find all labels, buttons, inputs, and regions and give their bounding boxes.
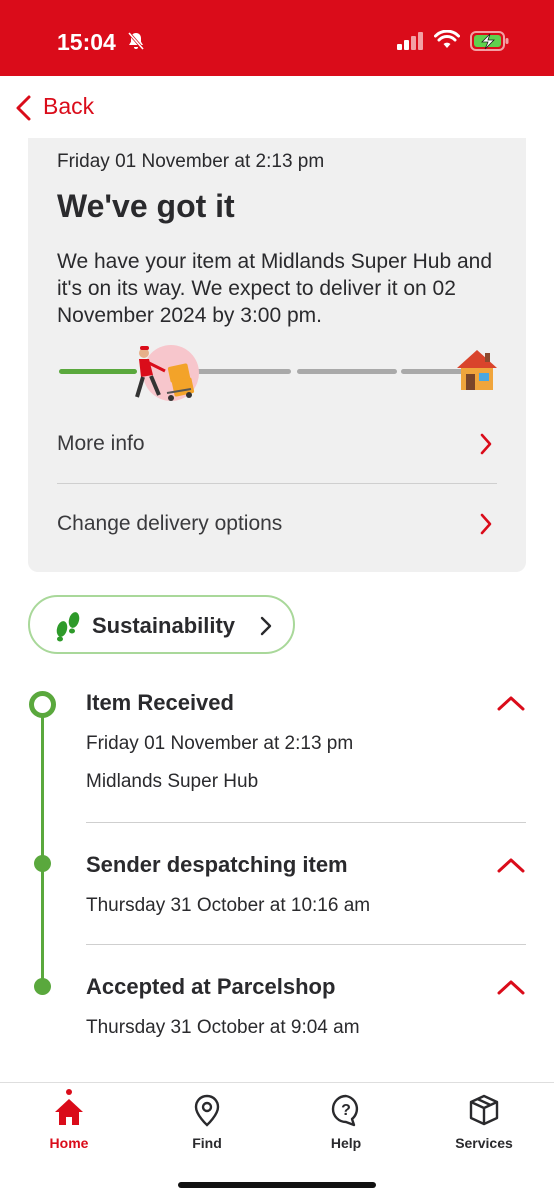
timeline-event[interactable]: Sender despatching item Thursday 31 Octo… bbox=[86, 848, 526, 945]
status-bar: 15:04 bbox=[0, 0, 554, 76]
tab-help[interactable]: ? Help bbox=[277, 1083, 415, 1163]
event-time: Friday 01 November at 2:13 pm bbox=[86, 733, 354, 754]
timeline-event[interactable]: Item Received Friday 01 November at 2:13… bbox=[86, 686, 526, 823]
event-time: Thursday 31 October at 9:04 am bbox=[86, 1017, 360, 1038]
change-delivery-label: Change delivery options bbox=[57, 512, 283, 535]
change-delivery-options-row[interactable]: Change delivery options bbox=[57, 486, 497, 564]
chevron-right-icon bbox=[480, 513, 492, 535]
timeline-event[interactable]: Accepted at Parcelshop Thursday 31 Octob… bbox=[86, 970, 526, 1050]
home-icon bbox=[55, 1099, 83, 1125]
footprints-icon bbox=[56, 612, 80, 642]
progress-segment-complete bbox=[59, 369, 137, 374]
more-info-label: More info bbox=[57, 432, 145, 455]
more-info-row[interactable]: More info bbox=[57, 406, 497, 484]
event-title: Sender despatching item bbox=[86, 852, 348, 877]
event-time: Thursday 31 October at 10:16 am bbox=[86, 895, 371, 916]
tab-label: Home bbox=[49, 1135, 89, 1151]
tracking-card: Friday 01 November at 2:13 pm We've got … bbox=[28, 138, 526, 572]
location-pin-icon bbox=[194, 1094, 220, 1127]
sustainability-button[interactable]: Sustainability bbox=[28, 595, 295, 654]
delivery-progress bbox=[57, 343, 497, 403]
event-location: Midlands Super Hub bbox=[86, 771, 259, 792]
event-title: Item Received bbox=[86, 690, 234, 715]
timeline-line bbox=[41, 716, 44, 990]
back-button[interactable]: Back bbox=[0, 76, 554, 138]
tab-label: Help bbox=[330, 1135, 362, 1151]
courier-icon bbox=[135, 345, 199, 401]
tab-services[interactable]: Services bbox=[415, 1083, 553, 1163]
house-icon bbox=[457, 350, 497, 390]
tab-label: Find bbox=[192, 1135, 222, 1151]
svg-text:?: ? bbox=[341, 1102, 351, 1119]
event-title: Accepted at Parcelshop bbox=[86, 974, 336, 999]
timeline-current-marker bbox=[29, 691, 56, 718]
help-icon: ? bbox=[331, 1094, 359, 1127]
status-description: We have your item at Midlands Super Hub … bbox=[57, 250, 493, 327]
progress-segment bbox=[185, 369, 291, 374]
chevron-right-icon bbox=[260, 616, 272, 636]
progress-segment bbox=[297, 369, 397, 374]
battery-charging-icon bbox=[470, 31, 509, 51]
bell-slash-icon bbox=[127, 32, 145, 50]
chevron-up-icon[interactable] bbox=[496, 856, 526, 874]
status-time: 15:04 bbox=[57, 29, 116, 55]
chevron-right-icon bbox=[480, 433, 492, 455]
tab-home[interactable]: Home bbox=[0, 1083, 138, 1163]
box-icon bbox=[469, 1094, 499, 1126]
back-label: Back bbox=[43, 93, 95, 119]
sustainability-label: Sustainability bbox=[92, 613, 236, 638]
tab-find[interactable]: Find bbox=[138, 1083, 276, 1163]
home-indicator bbox=[178, 1182, 376, 1188]
chevron-left-icon bbox=[16, 95, 31, 121]
tab-label: Services bbox=[455, 1135, 513, 1151]
chevron-up-icon[interactable] bbox=[496, 978, 526, 996]
status-title: We've got it bbox=[57, 188, 235, 224]
status-date: Friday 01 November at 2:13 pm bbox=[57, 151, 325, 172]
chevron-up-icon[interactable] bbox=[496, 694, 526, 712]
wifi-icon bbox=[434, 30, 460, 48]
signal-icon bbox=[397, 32, 423, 50]
timeline-marker bbox=[34, 978, 51, 995]
timeline-marker bbox=[34, 855, 51, 872]
